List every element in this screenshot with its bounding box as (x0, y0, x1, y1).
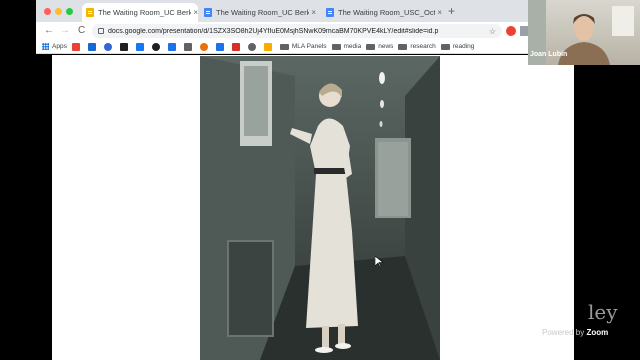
tab-waiting-room-2[interactable]: The Waiting Room_UC Berkeley × (200, 3, 316, 22)
bookmark-item[interactable] (135, 42, 147, 51)
apps-grid-icon (42, 43, 49, 50)
bookmark-item[interactable] (167, 42, 179, 51)
folder-icon (398, 43, 408, 50)
tab-close-icon[interactable]: × (311, 8, 316, 17)
bookmark-label: news (378, 43, 394, 50)
site-favicon-icon (247, 42, 256, 51)
site-favicon-icon (167, 42, 176, 51)
bookmark-star-icon[interactable]: ☆ (489, 27, 496, 36)
docs-icon (204, 8, 212, 17)
bookmark-label: MLA Panels (291, 43, 327, 50)
bookmark-item[interactable] (151, 42, 163, 51)
site-favicon-icon (119, 42, 128, 51)
bookmark-item[interactable] (119, 42, 131, 51)
site-favicon-icon (151, 42, 160, 51)
forward-button[interactable]: → (60, 22, 70, 40)
site-favicon-icon (231, 42, 240, 51)
reload-button[interactable]: C (78, 22, 85, 40)
bookmark-item[interactable]: Apps (42, 43, 67, 50)
bookmark-item[interactable] (183, 42, 195, 51)
extension-icon[interactable] (506, 26, 516, 36)
bookmark-item[interactable] (231, 42, 243, 51)
bookmark-item[interactable] (103, 42, 115, 51)
berkeley-logo-text: ley (588, 300, 618, 324)
participant-name: Joan Lubin (530, 51, 568, 58)
bookmark-label: research (410, 43, 436, 50)
site-favicon-icon (87, 42, 96, 51)
bookmark-item[interactable] (247, 42, 259, 51)
bookmark-item[interactable]: news (366, 43, 393, 50)
bookmark-item[interactable]: research (398, 43, 436, 50)
site-favicon-icon (263, 42, 272, 51)
bookmark-label: Apps (52, 43, 67, 50)
bookmarks-bar: Apps MLA Panels media news research reading (36, 40, 528, 54)
address-bar[interactable]: docs.google.com/presentation/d/1SZX3SO8h… (92, 24, 502, 38)
tab-waiting-room-usc[interactable]: The Waiting Room_USC_Oct20 × (322, 3, 442, 22)
docs-icon (326, 8, 334, 17)
bookmark-item[interactable] (87, 42, 99, 51)
extension-icon[interactable] (520, 26, 528, 36)
bookmark-label: reading (452, 43, 475, 50)
bookmark-label: media (343, 43, 362, 50)
bookmark-item[interactable] (215, 42, 227, 51)
bookmark-item[interactable] (199, 42, 211, 51)
slides-icon (86, 8, 94, 17)
site-favicon-icon (103, 42, 112, 51)
zoom-watermark: Powered by Zoom (542, 328, 608, 337)
folder-icon (440, 43, 450, 50)
bookmark-item[interactable] (71, 42, 83, 51)
bookmark-item[interactable]: media (331, 43, 362, 50)
lock-icon (98, 28, 104, 34)
bookmark-item[interactable]: MLA Panels (279, 43, 327, 50)
woman-in-hallway-photo (200, 56, 440, 360)
tab-label: The Waiting Room_USC_Oct20 (338, 8, 436, 17)
folder-icon (331, 43, 341, 50)
tab-label: The Waiting Room_UC Berkeley (216, 8, 310, 17)
tab-waiting-room-1[interactable]: The Waiting Room_UC Berkeley × (82, 3, 198, 22)
tab-close-icon[interactable]: × (193, 8, 198, 17)
close-window-button[interactable] (44, 8, 51, 15)
site-favicon-icon (135, 42, 144, 51)
tab-label: The Waiting Room_UC Berkeley (98, 8, 192, 17)
powered-by-text: Powered by (542, 328, 585, 337)
new-tab-button[interactable]: + (448, 4, 455, 18)
tab-close-icon[interactable]: × (437, 8, 442, 17)
folder-icon (279, 43, 289, 50)
mouse-cursor-icon (375, 256, 383, 268)
url-text[interactable]: docs.google.com/presentation/d/1SZX3SO8h… (108, 28, 489, 35)
minimize-window-button[interactable] (55, 8, 62, 15)
site-favicon-icon (71, 42, 80, 51)
slide-photo (200, 56, 440, 360)
site-favicon-icon (215, 42, 224, 51)
folder-icon (366, 43, 376, 50)
site-favicon-icon (183, 42, 192, 51)
maximize-window-button[interactable] (66, 8, 73, 15)
zoom-brand: Zoom (586, 328, 609, 337)
site-favicon-icon (199, 42, 208, 51)
bookmark-item[interactable]: reading (440, 43, 475, 50)
bookmark-item[interactable] (263, 42, 275, 51)
back-button[interactable]: ← (44, 22, 54, 40)
